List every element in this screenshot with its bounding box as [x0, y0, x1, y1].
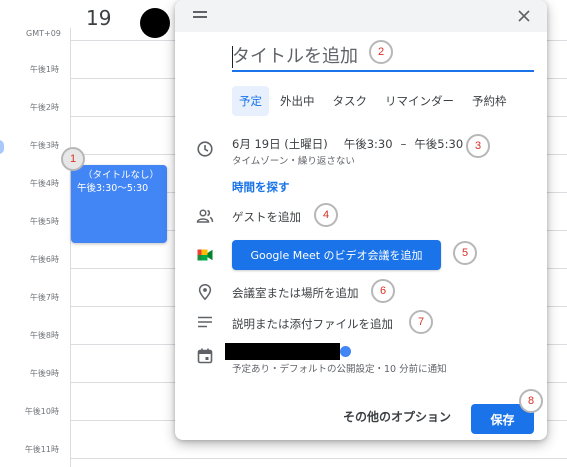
event-start-time[interactable]: 午後3:30: [344, 137, 393, 151]
grid-line: [70, 458, 567, 459]
add-guests-field[interactable]: ゲストを追加: [232, 209, 301, 225]
timezone-repeat-text[interactable]: タイムゾーン・繰り返さない: [232, 153, 355, 167]
event-time: 午後3:30～5:30: [77, 183, 149, 194]
event-title: （タイトルなし）: [83, 170, 160, 181]
calendar-settings-text[interactable]: 予定あり・デフォルトの公開設定・10 分前に通知: [232, 361, 447, 375]
hour-label: 午後10時: [24, 407, 59, 416]
drag-handle-icon[interactable]: [193, 11, 207, 19]
redacted-avatar: [140, 8, 170, 38]
annotation-badge-7: 7: [409, 310, 433, 334]
find-time-link[interactable]: 時間を探す: [232, 179, 290, 195]
side-indicator: [0, 140, 4, 154]
add-location-field[interactable]: 会議室または場所を追加: [232, 285, 359, 301]
hour-label: 午後1時: [29, 65, 59, 74]
calendar-color-dot: [340, 346, 351, 357]
event-type-tabs: 予定 外出中 タスク リマインダー 予約枠: [232, 86, 518, 116]
hour-label: 午後11時: [24, 445, 59, 454]
event-date[interactable]: 6月 19日 (土曜日): [232, 137, 328, 151]
time-separator: –: [400, 137, 407, 151]
hour-label: 午後8時: [29, 331, 59, 340]
close-icon[interactable]: [513, 5, 535, 27]
grid-vline: [70, 28, 71, 467]
event-datetime[interactable]: 6月 19日 (土曜日) 午後3:30– 午後5:30: [232, 136, 463, 152]
hour-label: 午後5時: [29, 217, 59, 226]
people-icon: [196, 209, 214, 223]
annotation-badge-8: 8: [519, 389, 543, 413]
tab-task[interactable]: タスク: [326, 86, 375, 116]
tab-out-of-office[interactable]: 外出中: [273, 86, 322, 116]
hour-label: 午後3時: [29, 141, 59, 150]
add-google-meet-button[interactable]: Google Meet のビデオ会議を追加: [232, 240, 441, 270]
more-options-button[interactable]: その他のオプション: [343, 408, 451, 425]
location-pin-icon: [198, 284, 212, 301]
event-end-time[interactable]: 午後5:30: [414, 137, 463, 151]
clock-icon: [197, 141, 213, 157]
google-meet-icon: [197, 249, 213, 261]
redacted-calendar-owner[interactable]: [225, 343, 340, 360]
timezone-label: GMT+09: [26, 29, 61, 38]
hour-label: 午後4時: [29, 179, 59, 188]
tab-reminder[interactable]: リマインダー: [378, 86, 461, 116]
annotation-badge-3: 3: [466, 134, 490, 158]
dialog-header[interactable]: [175, 0, 547, 32]
annotation-badge-5: 5: [453, 241, 477, 265]
text-caret: [232, 46, 233, 68]
day-number[interactable]: 19: [86, 6, 111, 30]
hour-label: 午後6時: [29, 255, 59, 264]
tab-event[interactable]: 予定: [232, 86, 269, 116]
annotation-badge-6: 6: [371, 279, 395, 303]
annotation-badge-2: 2: [369, 40, 393, 64]
hour-label: 午後7時: [29, 293, 59, 302]
event-quick-create-dialog: 2 予定 外出中 タスク リマインダー 予約枠 6月 19日 (土曜日) 午後3:…: [175, 0, 547, 440]
add-description-field[interactable]: 説明または添付ファイルを追加: [232, 316, 393, 332]
draft-event-block[interactable]: （タイトルなし） 午後3:30～5:30: [71, 165, 167, 243]
tab-appointment-slots[interactable]: 予約枠: [465, 86, 514, 116]
notes-icon: [198, 316, 212, 328]
hour-label: 午後9時: [29, 369, 59, 378]
annotation-badge-1: 1: [61, 147, 85, 171]
annotation-badge-4: 4: [314, 203, 338, 227]
hour-label: 午後2時: [29, 103, 59, 112]
calendar-icon: [197, 348, 213, 364]
